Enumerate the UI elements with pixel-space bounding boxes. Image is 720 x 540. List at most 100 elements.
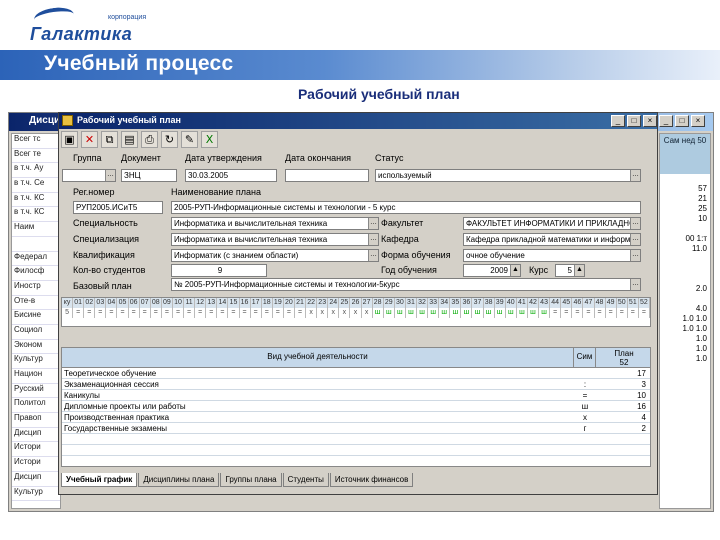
background-row[interactable]: Национ (12, 369, 60, 384)
week-cell[interactable]: x (306, 308, 318, 318)
save-icon[interactable]: ▣ (61, 131, 78, 148)
background-row[interactable]: в т.ч. Се (12, 178, 60, 193)
course-field[interactable]: 5 ▲ (555, 264, 585, 277)
week-cell[interactable]: ш (495, 308, 506, 318)
week-cell[interactable]: ш (517, 308, 528, 318)
study-form-field[interactable]: очное обучение… (463, 249, 641, 262)
week-cell[interactable]: = (195, 308, 207, 318)
faculty-dropdown-icon[interactable]: … (630, 218, 640, 229)
faculty-field[interactable]: ФАКУЛЬТЕТ ИНФОРМАТИКИ И ПРИКЛАДНОЙ… (463, 217, 641, 230)
week-cell[interactable]: = (84, 308, 96, 318)
course-spinner-icon[interactable]: ▲ (574, 265, 584, 276)
status-field[interactable]: используемый… (375, 169, 641, 182)
excel-icon[interactable]: X (201, 131, 218, 148)
col-plan[interactable]: План 52 (596, 348, 652, 368)
week-cell[interactable]: = (639, 308, 650, 318)
background-row[interactable]: в т.ч. Ау (12, 163, 60, 179)
close-button[interactable]: × (691, 115, 705, 127)
qualification-dropdown-icon[interactable]: … (368, 250, 378, 261)
week-cell[interactable]: ш (395, 308, 406, 318)
background-row[interactable]: Политол (12, 398, 60, 414)
specialization-field[interactable]: Информатика и вычислительная техника… (171, 233, 379, 246)
background-row[interactable]: Дисцип (12, 472, 60, 487)
week-schedule-row[interactable]: 5 = = = = = = = = = = = = = = = = = = = = = x x x x x x ш ш ш ш ш ш ш ш ш ш ш ш… (62, 308, 650, 318)
background-row[interactable]: Истори (12, 442, 60, 458)
base-plan-dropdown-icon[interactable]: … (630, 279, 640, 290)
background-row[interactable]: в т.ч. КС (12, 193, 60, 208)
week-cell[interactable]: = (228, 308, 240, 318)
tab-1[interactable]: Дисциплины плана (138, 473, 220, 487)
week-cell[interactable]: ш (417, 308, 429, 318)
week-cell[interactable]: ш (450, 308, 462, 318)
dept-field[interactable]: Кафедра прикладной математики и информ… (463, 233, 641, 246)
week-cell[interactable]: = (162, 308, 173, 318)
week-cell[interactable]: ш (528, 308, 540, 318)
week-cell[interactable]: = (595, 308, 606, 318)
week-cell[interactable]: ш (539, 308, 551, 318)
week-cell[interactable]: = (572, 308, 584, 318)
col-symbol[interactable]: Сим (574, 348, 596, 368)
students-field[interactable]: 9 (171, 264, 267, 277)
table-row[interactable]: Теоретическое обучение 17 (62, 369, 650, 379)
week-cell[interactable]: = (140, 308, 151, 318)
background-row[interactable]: Социол (12, 325, 60, 340)
approve-date-field[interactable]: 30.03.2005 (185, 169, 277, 182)
background-row[interactable]: Истори (12, 457, 60, 472)
delete-icon[interactable]: ✕ (81, 131, 98, 148)
week-cell[interactable]: ш (439, 308, 451, 318)
background-row[interactable]: Правоп (12, 413, 60, 428)
group-field[interactable]: … (62, 169, 116, 182)
week-cell[interactable]: ш (428, 308, 440, 318)
table-row[interactable]: Производственная практика x 4 (62, 413, 650, 423)
background-row[interactable]: Культур (12, 487, 60, 502)
table-row[interactable] (62, 446, 650, 456)
background-row[interactable]: Всег тс (12, 134, 60, 149)
regnum-field[interactable]: РУП2005.ИСиТ5 (73, 201, 163, 214)
spec-field[interactable]: Информатика и вычислительная техника… (171, 217, 379, 230)
qualification-field[interactable]: Информатик (с знанием области)… (171, 249, 379, 262)
plan-name-field[interactable]: 2005-РУП-Информационные системы и технол… (171, 201, 641, 214)
week-cell[interactable]: = (295, 308, 307, 318)
week-cell[interactable]: = (583, 308, 595, 318)
week-cell[interactable]: = (129, 308, 140, 318)
week-cell[interactable]: = (151, 308, 162, 318)
study-form-dropdown-icon[interactable]: … (630, 250, 640, 261)
background-row[interactable]: Наим (12, 222, 60, 237)
week-cell[interactable]: x (350, 308, 362, 318)
week-cell[interactable]: = (628, 308, 639, 318)
table-row[interactable]: Каникулы = 10 (62, 391, 650, 401)
week-cell[interactable]: 5 (62, 308, 74, 318)
week-cell[interactable]: ш (472, 308, 484, 318)
background-row[interactable]: Филосф (12, 266, 60, 281)
week-cell[interactable]: ш (484, 308, 495, 318)
end-date-field[interactable] (285, 169, 369, 182)
spec-dropdown-icon[interactable]: … (368, 218, 378, 229)
background-row[interactable]: Эконом (12, 340, 60, 355)
document-field[interactable]: ЗНЦ (121, 169, 177, 182)
week-cell[interactable]: = (106, 308, 118, 318)
week-cell[interactable]: = (73, 308, 85, 318)
week-cell[interactable]: x (317, 308, 329, 318)
week-cell[interactable]: = (117, 308, 129, 318)
week-cell[interactable]: x (362, 308, 373, 318)
edit-icon[interactable]: ✎ (181, 131, 198, 148)
background-row[interactable]: Федерал (12, 252, 60, 267)
week-cell[interactable]: = (240, 308, 251, 318)
col-activity[interactable]: Вид учебной деятельности (62, 348, 574, 368)
week-cell[interactable]: = (206, 308, 218, 318)
background-row[interactable]: в т.ч. КС (12, 207, 60, 223)
week-cell[interactable]: = (95, 308, 107, 318)
background-row[interactable] (12, 237, 60, 252)
week-cell[interactable]: = (617, 308, 628, 318)
background-row[interactable]: Культур (12, 354, 60, 369)
week-cell[interactable]: = (550, 308, 562, 318)
week-cell[interactable]: = (561, 308, 573, 318)
tab-2[interactable]: Группы плана (220, 473, 282, 487)
background-row[interactable]: Всег те (12, 149, 60, 164)
week-cell[interactable]: = (262, 308, 273, 318)
week-schedule-strip[interactable]: ку 01 02 03 04 05 06 07 08 09 10 11 12 13 14 15 16 17 18 19… (61, 297, 651, 327)
dialog-minimize-button[interactable]: _ (611, 115, 625, 127)
table-row[interactable]: Экзаменационная сессия: 3 (62, 380, 650, 390)
specialization-dropdown-icon[interactable]: … (368, 234, 378, 245)
table-row[interactable]: Дипломные проекты или работы ш 16 (62, 402, 650, 412)
